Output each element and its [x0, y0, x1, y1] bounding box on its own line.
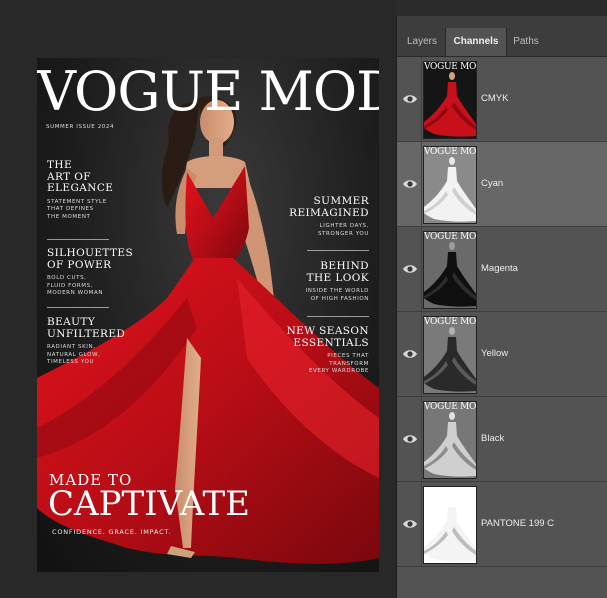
- channel-name: CMYK: [481, 93, 509, 104]
- channel-name: Yellow: [481, 348, 509, 359]
- channel-row-magenta[interactable]: VOGUE MODE Magenta: [397, 227, 607, 312]
- cover-line-heading: BEAUTY UNFILTERED: [47, 316, 126, 340]
- channel-name: Cyan: [481, 178, 504, 189]
- visibility-toggle[interactable]: [397, 227, 422, 311]
- tab-layers[interactable]: Layers: [400, 28, 444, 56]
- cover-line-subtext: STATEMENT STYLE THAT DEFINES THE MOMENT: [47, 198, 107, 220]
- document-canvas[interactable]: VOGUE MODE SUMMER ISSUE 2024 THE ART OF …: [0, 0, 396, 598]
- cover-line-right-1: SUMMER REIMAGINED LIGHTER DAYS, STRONGER…: [289, 195, 369, 238]
- cover-line-heading: BEHIND THE LOOK: [306, 260, 369, 284]
- divider-line: [47, 307, 109, 308]
- visibility-toggle[interactable]: [397, 397, 422, 481]
- divider-line: [307, 316, 369, 317]
- channel-row-cyan[interactable]: VOGUE MODE Cyan: [397, 142, 607, 227]
- channel-thumbnail: VOGUE MODE: [423, 231, 477, 309]
- divider-line: [307, 250, 369, 251]
- cover-line-heading: SILHOUETTES OF POWER: [47, 247, 134, 271]
- channel-thumbnail: VOGUE MODE: [423, 401, 477, 479]
- tab-paths[interactable]: Paths: [507, 28, 545, 56]
- channel-name: Black: [481, 433, 505, 444]
- cover-line-left-2: SILHOUETTES OF POWER BOLD CUTS, FLUID FO…: [47, 247, 134, 298]
- channel-thumbnail: VOGUE MODE: [423, 61, 477, 139]
- cover-line-subtext: PIECES THAT TRANSFORM EVERY WARDROBE: [308, 353, 369, 374]
- channel-thumbnail: VOGUE MODE: [423, 146, 477, 224]
- visibility-toggle[interactable]: [397, 312, 422, 396]
- visibility-toggle[interactable]: [397, 57, 422, 141]
- magazine-cover-image[interactable]: VOGUE MODE SUMMER ISSUE 2024 THE ART OF …: [37, 58, 379, 572]
- channel-name: PANTONE 199 C: [481, 518, 555, 529]
- cover-line-heading: NEW SEASON ESSENTIALS: [286, 325, 369, 349]
- thumbnail-masthead: VOGUE MODE: [424, 147, 477, 157]
- eye-icon: [403, 435, 417, 443]
- cover-line-right-3: NEW SEASON ESSENTIALS PIECES THAT TRANSF…: [286, 325, 369, 376]
- thumbnail-masthead: VOGUE MODE: [424, 232, 477, 242]
- channel-name: Magenta: [481, 263, 518, 274]
- thumbnail-masthead: VOGUE MODE: [424, 402, 477, 412]
- eye-icon: [403, 350, 417, 358]
- captivate-headline: CAPTIVATE: [48, 484, 250, 524]
- visibility-toggle[interactable]: [397, 482, 422, 566]
- cover-line-subtext: RADIANT SKIN, NATURAL GLOW, TIMELESS YOU: [47, 344, 101, 365]
- cover-line-subtext: LIGHTER DAYS, STRONGER YOU: [317, 223, 369, 237]
- eye-icon: [403, 180, 417, 188]
- eye-icon: [403, 95, 417, 103]
- channel-thumbnail: [423, 486, 477, 564]
- visibility-toggle[interactable]: [397, 142, 422, 226]
- eye-icon: [403, 520, 417, 528]
- issue-label: SUMMER ISSUE 2024: [46, 124, 115, 130]
- cover-line-right-2: BEHIND THE LOOK INSIDE THE WORLD OF HIGH…: [305, 260, 369, 303]
- eye-icon: [403, 265, 417, 273]
- tagline: CONFIDENCE. GRACE. IMPACT.: [52, 528, 172, 536]
- channel-thumbnail: VOGUE MODE: [423, 316, 477, 394]
- thumbnail-masthead: VOGUE MODE: [424, 317, 477, 327]
- cover-line-heading: SUMMER REIMAGINED: [289, 195, 369, 219]
- cover-line-subtext: INSIDE THE WORLD OF HIGH FASHION: [305, 288, 369, 302]
- panel-tab-bar: Layers Channels Paths: [397, 16, 607, 57]
- tab-channels[interactable]: Channels: [445, 28, 507, 56]
- cover-line-left-3: BEAUTY UNFILTERED RADIANT SKIN, NATURAL …: [47, 316, 126, 367]
- cover-line-left-1: THE ART OF ELEGANCE STATEMENT STYLE THAT…: [47, 159, 114, 221]
- channel-row-black[interactable]: VOGUE MODE Black: [397, 397, 607, 482]
- thumbnail-masthead: VOGUE MODE: [424, 62, 477, 72]
- channel-row-pantone-199-c[interactable]: PANTONE 199 C: [397, 482, 607, 567]
- masthead-title: VOGUE MODE: [37, 60, 379, 123]
- channels-panel: Layers Channels Paths VOGUE MODECMYKVOGU…: [396, 16, 607, 598]
- cover-line-heading: THE ART OF ELEGANCE: [47, 159, 114, 194]
- divider-line: [47, 239, 109, 240]
- channel-row-yellow[interactable]: VOGUE MODE Yellow: [397, 312, 607, 397]
- channel-row-cmyk[interactable]: VOGUE MODE CMYK: [397, 57, 607, 142]
- cover-line-subtext: BOLD CUTS, FLUID FORMS, MODERN WOMAN: [47, 275, 104, 296]
